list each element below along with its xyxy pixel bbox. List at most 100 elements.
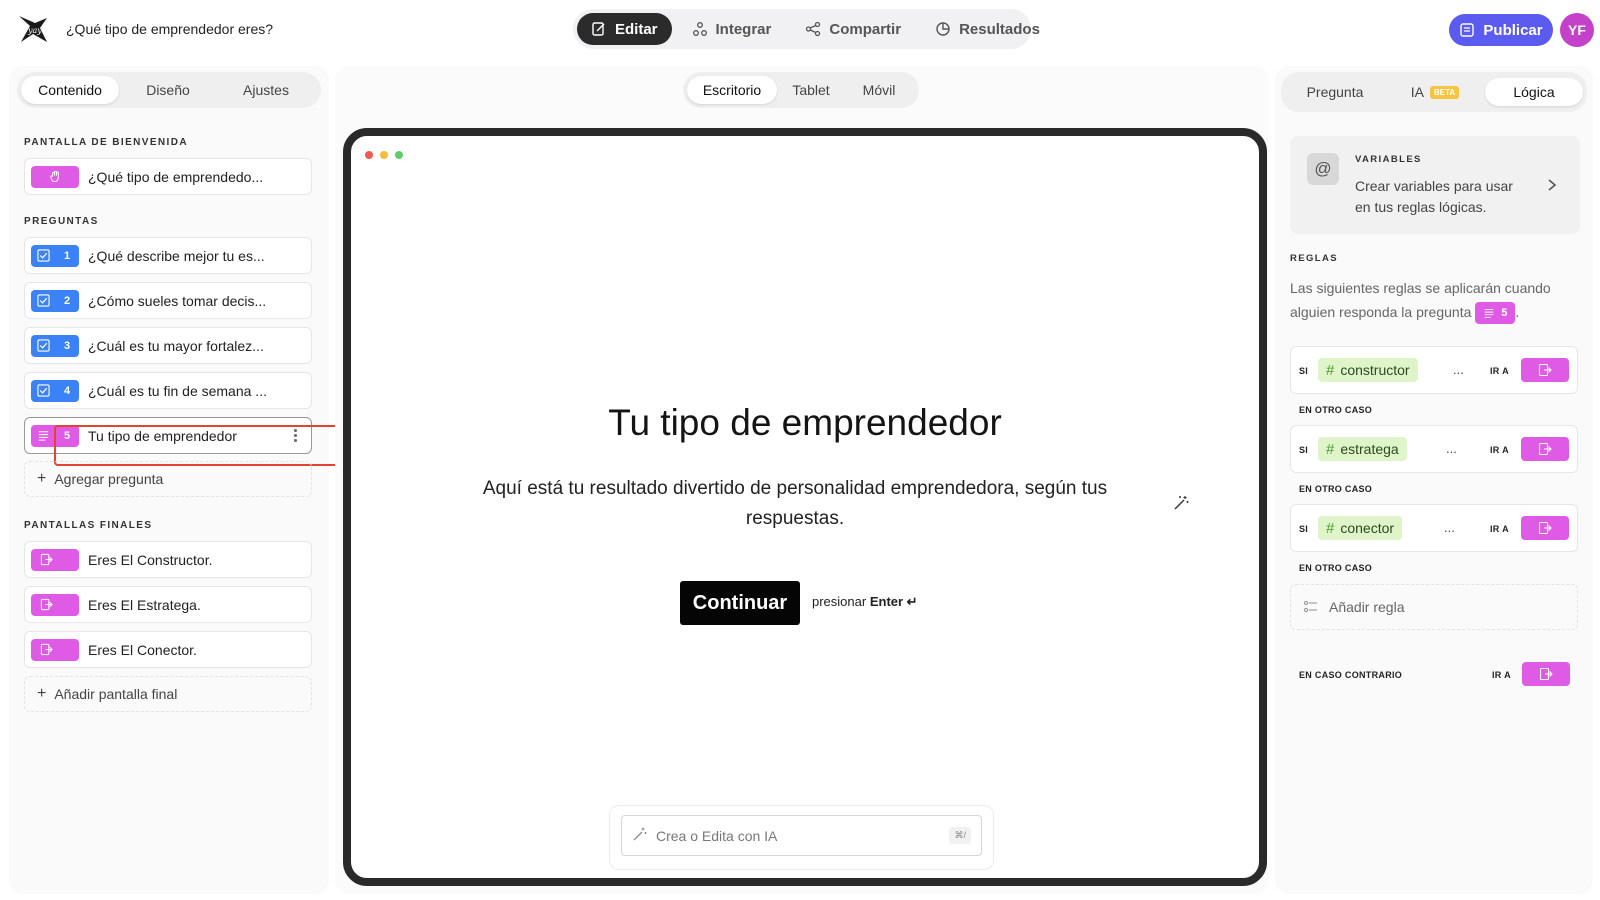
tab-contenido[interactable]: Contenido xyxy=(21,76,119,104)
ai-prompt-input[interactable]: Crea o Edita con IA ⌘/ xyxy=(621,815,982,856)
welcome-item-text: ¿Qué tipo de emprendedo... xyxy=(88,168,264,185)
rules-description: Las siguientes reglas se aplicarán cuand… xyxy=(1290,276,1586,325)
ending-badge xyxy=(31,638,79,661)
plus-icon: + xyxy=(37,685,47,702)
variable-name: constructor xyxy=(1340,362,1410,378)
question-item-1[interactable]: 1 ¿Qué describe mejor tu es... xyxy=(24,237,312,274)
tab-movil[interactable]: Móvil xyxy=(845,76,913,104)
variable-tag[interactable]: # conector xyxy=(1318,516,1403,540)
left-tabs: Contenido Diseño Ajustes xyxy=(17,72,321,108)
svg-text:yay: yay xyxy=(27,26,42,35)
rule-ellipsis[interactable]: ... xyxy=(1446,441,1457,456)
question-item-3[interactable]: 3 ¿Cuál es tu mayor fortalez... xyxy=(24,327,312,364)
welcome-screen-item[interactable]: ¿Qué tipo de emprendedo... xyxy=(24,158,312,195)
tab-pregunta[interactable]: Pregunta xyxy=(1285,78,1385,106)
rules-section-label: REGLAS xyxy=(1290,253,1338,264)
chevron-right-icon[interactable] xyxy=(1547,178,1557,197)
tab-ia[interactable]: IA BETA xyxy=(1385,78,1485,106)
rule-ellipsis[interactable]: ... xyxy=(1444,520,1455,535)
exit-icon xyxy=(1539,667,1553,681)
results-icon xyxy=(936,22,950,36)
rules-desc-line-2: alguien responda la pregunta 5 . xyxy=(1290,300,1586,325)
goto-target-button[interactable] xyxy=(1521,516,1569,540)
question-ref-badge: 5 xyxy=(1475,302,1516,325)
if-label: SI xyxy=(1299,524,1309,534)
rules-desc-text: alguien responda la pregunta xyxy=(1290,304,1472,320)
tab-resultados[interactable]: Resultados xyxy=(921,13,1054,45)
sparkle-icon xyxy=(632,826,648,845)
tab-label: Compartir xyxy=(829,20,902,38)
tab-diseno[interactable]: Diseño xyxy=(119,76,217,104)
tab-ia-label: IA xyxy=(1410,84,1425,100)
add-ending-label: Añadir pantalla final xyxy=(54,686,178,702)
rule-ellipsis[interactable]: ... xyxy=(1453,362,1464,377)
goto-label: IR A xyxy=(1490,524,1509,534)
ending-item-1[interactable]: Eres El Constructor. xyxy=(24,541,312,578)
welcome-badge xyxy=(31,165,79,188)
rules-icon xyxy=(1303,600,1317,613)
rules-desc-line: Las siguientes reglas se aplicarán cuand… xyxy=(1290,280,1551,296)
tab-integrar[interactable]: Integrar xyxy=(678,13,786,45)
press-label: presionar xyxy=(812,594,867,609)
question-ref-number: 5 xyxy=(1501,307,1508,320)
checkbox-icon xyxy=(31,384,55,397)
variables-description: Crear variables para usar en tus reglas … xyxy=(1355,176,1513,218)
else-label: EN OTRO CASO xyxy=(1299,563,1373,573)
app-logo[interactable]: yay xyxy=(16,12,50,46)
exit-icon xyxy=(1538,521,1552,535)
add-rule-label: Añadir regla xyxy=(1329,599,1405,615)
welcome-section-label: PANTALLA DE BIENVENIDA xyxy=(24,137,188,148)
tab-editar[interactable]: Editar xyxy=(577,13,672,45)
hash-icon: # xyxy=(1326,519,1335,537)
edit-icon xyxy=(592,22,605,36)
questions-section-label: PREGUNTAS xyxy=(24,216,99,227)
tab-ajustes[interactable]: Ajustes xyxy=(217,76,315,104)
enter-key-label: Enter ↵ xyxy=(869,594,918,609)
add-question-button[interactable]: + Agregar pregunta xyxy=(24,461,312,497)
endings-section-label: PANTALLAS FINALES xyxy=(24,520,153,531)
variables-desc-line: Crear variables para usar xyxy=(1355,178,1513,194)
preview-description[interactable]: Aquí está tu resultado divertido de pers… xyxy=(455,474,1135,534)
question-item-4[interactable]: 4 ¿Cuál es tu fin de semana ... xyxy=(24,372,312,409)
add-question-label: Agregar pregunta xyxy=(54,471,164,487)
question-text: ¿Cuál es tu mayor fortalez... xyxy=(88,337,264,354)
tab-escritorio[interactable]: Escritorio xyxy=(687,76,777,104)
tab-logica[interactable]: Lógica xyxy=(1485,78,1583,106)
continue-button[interactable]: Continuar xyxy=(680,581,800,625)
goto-label: IR A xyxy=(1490,445,1509,455)
variable-tag[interactable]: # constructor xyxy=(1318,358,1418,382)
magic-wand-icon[interactable] xyxy=(1172,494,1190,517)
publish-button[interactable]: Publicar xyxy=(1449,14,1553,46)
variable-tag[interactable]: # estratega xyxy=(1318,437,1407,461)
avatar[interactable]: YF xyxy=(1560,13,1594,47)
shortcut-hint: ⌘/ xyxy=(949,827,971,844)
variable-name: estratega xyxy=(1340,441,1399,457)
press-enter-hint: presionar Enter ↵ xyxy=(812,594,918,610)
goto-target-button[interactable] xyxy=(1521,358,1569,382)
ending-item-2[interactable]: Eres El Estratega. xyxy=(24,586,312,623)
ending-text: Eres El Conector. xyxy=(88,641,197,658)
ending-badge xyxy=(31,593,79,616)
question-badge: 1 xyxy=(31,244,79,267)
exit-icon xyxy=(1538,442,1552,456)
tab-tablet[interactable]: Tablet xyxy=(777,76,845,104)
add-ending-button[interactable]: + Añadir pantalla final xyxy=(24,676,312,712)
variables-desc-line: en tus reglas lógicas. xyxy=(1355,199,1487,215)
question-badge: 2 xyxy=(31,289,79,312)
question-number: 2 xyxy=(63,294,71,307)
ending-badge xyxy=(31,548,79,571)
otherwise-goto-button[interactable] xyxy=(1522,662,1570,686)
preview-title[interactable]: Tu tipo de emprendedor xyxy=(343,402,1267,444)
question-item-2[interactable]: 2 ¿Cómo sueles tomar decis... xyxy=(24,282,312,319)
at-icon: @ xyxy=(1307,153,1339,185)
question-number: 1 xyxy=(63,249,71,262)
statement-icon xyxy=(31,429,55,442)
question-text: ¿Cuál es tu fin de semana ... xyxy=(88,382,267,399)
selection-highlight xyxy=(54,425,350,466)
form-title[interactable]: ¿Qué tipo de emprendedor eres? xyxy=(66,21,273,37)
question-badge: 3 xyxy=(31,334,79,357)
add-rule-button[interactable]: Añadir regla xyxy=(1290,584,1578,630)
goto-target-button[interactable] xyxy=(1521,437,1569,461)
tab-compartir[interactable]: Compartir xyxy=(791,13,915,45)
ending-item-3[interactable]: Eres El Conector. xyxy=(24,631,312,668)
